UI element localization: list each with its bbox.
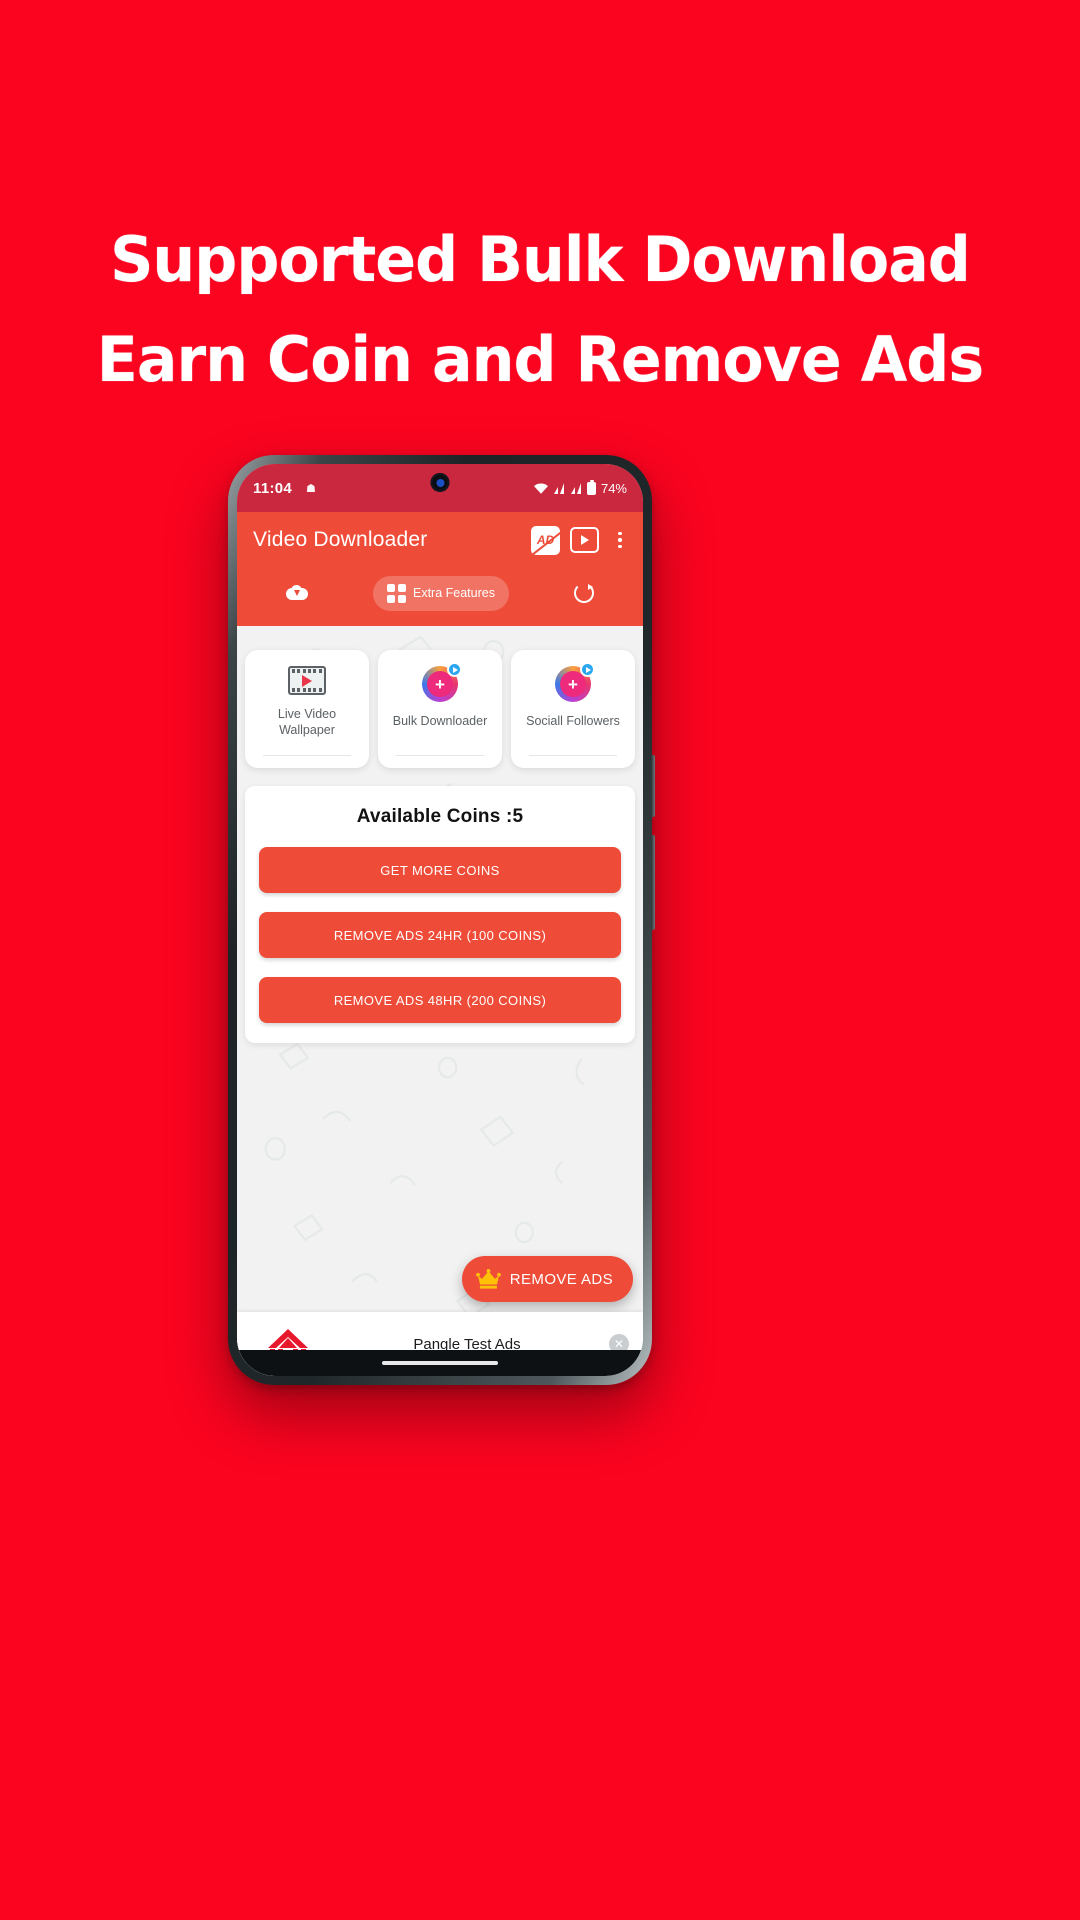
refresh-history-icon (573, 583, 594, 603)
remove-ads-48hr-button[interactable]: REMOVE ADS 48HR (200 COINS) (259, 977, 621, 1023)
puzzle-icon (387, 583, 406, 603)
front-camera-icon (430, 473, 450, 492)
feature-card-label: Bulk Downloader (392, 714, 488, 728)
instagram-plus-icon: + (422, 662, 462, 702)
remove-ads-fab-label: REMOVE ADS (509, 1270, 613, 1288)
coins-panel: Available Coins :5 GET MORE COINS REMOVE… (245, 786, 635, 1043)
status-bar: 11:04 ☗ 74% (237, 464, 643, 512)
get-more-coins-button[interactable]: GET MORE COINS (259, 847, 621, 893)
phone-screen: 11:04 ☗ 74% Video Downloader AD Extra Fe… (237, 464, 643, 1376)
card-rule (263, 755, 351, 756)
headline-line-2: Earn Coin and Remove Ads (96, 323, 984, 396)
ads-blocked-icon[interactable]: AD (531, 525, 560, 555)
app-bar: Video Downloader AD (237, 512, 643, 568)
feature-card-bulk-downloader[interactable]: + Bulk Downloader (378, 650, 502, 768)
phone-mockup: 11:04 ☗ 74% Video Downloader AD Extra Fe… (228, 455, 655, 1385)
app-content: Live Video Wallpaper + Bulk Downloader + (237, 626, 643, 1376)
tab-bar: Extra Features (237, 568, 643, 626)
feature-card-live-video-wallpaper[interactable]: Live Video Wallpaper (245, 650, 369, 768)
card-rule (529, 755, 617, 756)
cloud-download-icon (286, 585, 309, 601)
available-coins-title: Available Coins :5 (356, 806, 524, 827)
notification-icon: ☗ (306, 482, 316, 495)
remove-ads-fab[interactable]: REMOVE ADS (461, 1256, 633, 1302)
remove-ads-24hr-button[interactable]: REMOVE ADS 24HR (100 COINS) (259, 912, 621, 958)
promo-headline: Supported Bulk Download Earn Coin and Re… (0, 210, 1080, 410)
video-player-icon[interactable] (570, 527, 599, 553)
headline-line-1: Supported Bulk Download (110, 223, 971, 296)
play-badge-icon (580, 662, 595, 677)
feature-card-sociall-followers[interactable]: + Sociall Followers (511, 650, 635, 768)
play-badge-icon (447, 662, 462, 677)
card-rule (396, 755, 484, 756)
film-play-icon (288, 666, 326, 695)
app-title: Video Downloader (253, 528, 428, 551)
wifi-icon (533, 482, 548, 494)
tab-extra-features-label: Extra Features (413, 586, 495, 600)
battery-icon (586, 479, 596, 495)
instagram-plus-icon: + (555, 662, 595, 702)
signal-icon (553, 482, 564, 494)
phone-side-button (651, 835, 655, 930)
crown-icon (475, 1268, 501, 1290)
feature-card-label: Live Video Wallpaper (277, 707, 337, 737)
status-icons: 74% (533, 479, 627, 496)
overflow-menu-icon[interactable] (609, 528, 631, 553)
status-time: 11:04 (253, 479, 293, 497)
battery-percent: 74% (600, 480, 627, 496)
signal-icon-2 (570, 482, 581, 494)
gesture-bar (237, 1350, 643, 1376)
tab-extra-features[interactable]: Extra Features (373, 575, 509, 611)
feature-card-label: Sociall Followers (526, 714, 620, 728)
feature-cards: Live Video Wallpaper + Bulk Downloader + (237, 626, 643, 768)
tab-downloads[interactable] (272, 577, 322, 609)
tab-history[interactable] (560, 575, 608, 611)
